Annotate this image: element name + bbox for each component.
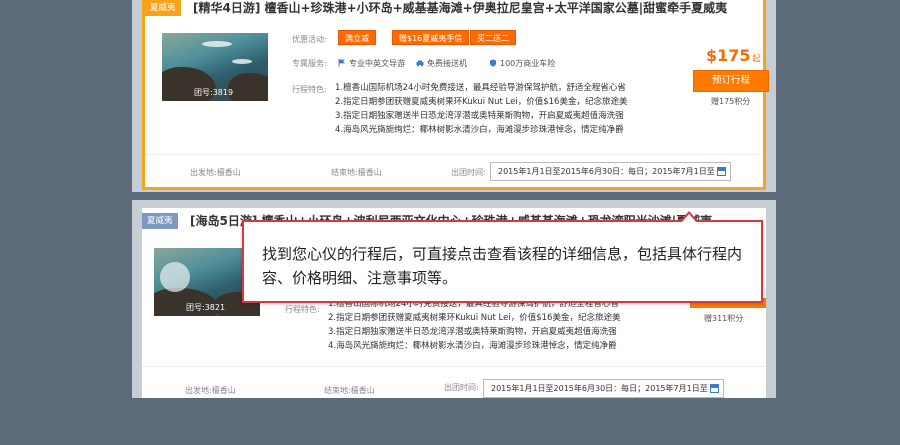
feature-line: 1.檀香山国际机场24小时免费接送，最具经验导游保驾护航，舒适全程省心省: [335, 83, 626, 93]
features-label: 行程特色:: [285, 305, 320, 314]
guide-tooltip: 找到您心仪的行程后，可直接点击查看该程的详细信息，包括具体行程内容、价格明细、注…: [242, 211, 763, 303]
date-label: 出团时间:: [451, 168, 486, 177]
offer-badge[interactable]: 满立减: [338, 30, 376, 45]
car-icon: [416, 60, 424, 67]
service-item: 100万商业车险: [489, 58, 555, 69]
departure-date-select[interactable]: 2015年1月1日至2015年6月30日：每日；2015年7月1日至: [483, 379, 724, 398]
book-trip-button[interactable]: 预订行程: [693, 70, 769, 92]
tour-card-1[interactable]: 夏威夷 [精华4日游] 檀香山+珍珠港+小环岛+威基基海滩+伊奥拉尼皇宫+太平洋…: [142, 0, 769, 190]
features-label: 行程特色:: [292, 85, 327, 94]
offer-label: 优惠活动:: [292, 35, 327, 44]
service-item: 专业中英文导游: [338, 58, 405, 69]
service-label: 专属服务:: [292, 59, 327, 68]
flag-icon: [338, 59, 345, 67]
feature-line: 2.指定日期参团获赠夏威夷树果环Kukui Nut Lei，价值$16美金，纪念…: [328, 313, 621, 323]
reward-points: 赠175积分: [711, 97, 751, 106]
price: $175 起: [706, 46, 761, 65]
rock-shape: [228, 73, 268, 101]
feature-line: 4.海岛风光旖旎绚烂：椰林树影水清沙白，海滩漫步珍珠港悼念，情定纯净爵: [328, 341, 617, 351]
depart-city: 出发地:檀香山: [185, 386, 236, 395]
divider: [145, 154, 763, 155]
offer-badge[interactable]: 赠$16夏威夷手信: [392, 30, 470, 45]
destination-tag: 夏威夷: [142, 213, 178, 229]
feature-line: 3.指定日期独家赠送半日恐龙湾浮潜或奥特莱斯购物，开启夏威夷超值海洗强: [335, 111, 624, 121]
service-item: 免费接送机: [416, 58, 467, 69]
departure-date-select[interactable]: 2015年1月1日至2015年6月30日：每日；2015年7月1日至: [490, 162, 731, 181]
reward-points: 赠311积分: [704, 314, 744, 323]
tooltip-text: 找到您心仪的行程后，可直接点击查看该程的详细信息，包括具体行程内容、价格明细、注…: [262, 245, 743, 287]
tour-code: 团号:3819: [194, 88, 234, 97]
tour-title[interactable]: [精华4日游] 檀香山+珍珠港+小环岛+威基基海滩+伊奥拉尼皇宫+太平洋国家公墓…: [193, 0, 727, 16]
depart-city: 出发地:檀香山: [190, 168, 241, 177]
offer-badge[interactable]: 买二送二: [470, 30, 516, 45]
feature-line: 2.指定日期参团获赠夏威夷树果环Kukui Nut Lei，价值$16美金，纪念…: [335, 97, 628, 107]
calendar-icon[interactable]: [717, 167, 726, 176]
tour-code: 团号:3821: [186, 303, 226, 312]
feature-line: 3.指定日期独家赠送半日恐龙湾浮潜或奥特莱斯购物，开启夏威夷超值海洗强: [328, 327, 617, 337]
date-label: 出团时间:: [444, 383, 479, 392]
calendar-icon[interactable]: [710, 384, 719, 393]
wave-shape: [160, 262, 190, 292]
divider: [142, 366, 766, 367]
feature-line: 4.海岛风光旖旎绚烂：椰林树影水清沙白，海滩漫步珍珠港悼念，情定纯净爵: [335, 125, 624, 135]
shield-icon: [490, 59, 496, 67]
end-city: 结束地:檀香山: [331, 168, 382, 177]
wave-shape: [232, 59, 252, 64]
features-list: 1.檀香山国际机场24小时免费接送，最具经验导游保驾护航，舒适全程省心省 2.指…: [328, 297, 664, 353]
wave-shape: [202, 41, 232, 47]
tooltip-arrow-inner: [682, 214, 696, 222]
destination-tag: 夏威夷: [145, 0, 181, 16]
price-suffix: 起: [752, 54, 761, 63]
end-city: 结束地:檀香山: [324, 386, 375, 395]
tour-photo[interactable]: 团号:3819: [162, 33, 268, 101]
tour-listing-1: 夏威夷 [精华4日游] 檀香山+珍珠港+小环岛+威基基海滩+伊奥拉尼皇宫+太平洋…: [132, 0, 776, 192]
features-list: 1.檀香山国际机场24小时免费接送，最具经验导游保驾护航，舒适全程省心省 2.指…: [335, 81, 671, 137]
